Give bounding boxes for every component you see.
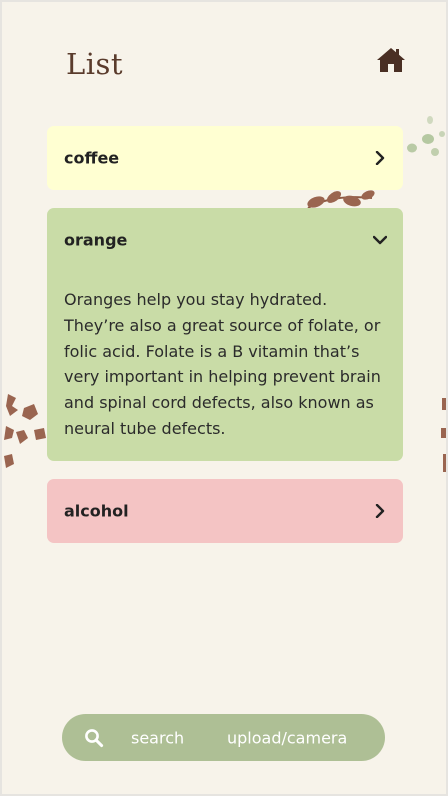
list-item-description: Oranges help you stay hydrated. They’re … — [64, 290, 381, 438]
leaf-decoration-top-right — [407, 116, 445, 156]
list-item-orange: orange Oranges help you stay hydrated. T… — [47, 208, 403, 461]
leaf-decoration-right — [441, 398, 446, 472]
list-item-header-coffee[interactable]: coffee — [47, 126, 403, 190]
list-item-label: alcohol — [64, 501, 129, 521]
list-item-header-orange[interactable]: orange — [47, 208, 403, 272]
list-item-coffee: coffee — [47, 126, 403, 190]
home-button[interactable] — [376, 46, 406, 74]
chevron-down-icon — [373, 235, 387, 245]
list-item-label: coffee — [64, 148, 120, 168]
bottom-action-bar: search upload/camera — [62, 714, 385, 761]
chevron-right-icon — [375, 504, 385, 518]
search-button[interactable]: search — [131, 728, 184, 747]
list-item-label: orange — [64, 230, 128, 250]
chevron-right-icon — [375, 151, 385, 165]
home-icon — [377, 48, 405, 72]
list-item-alcohol: alcohol — [47, 479, 403, 543]
page-title: List — [66, 47, 124, 81]
search-icon[interactable] — [84, 728, 104, 748]
app-screen: List coffee orange Oranges help you stay… — [0, 0, 448, 796]
list-item-header-alcohol[interactable]: alcohol — [47, 479, 403, 543]
leaf-decoration-left — [4, 394, 46, 468]
upload-camera-button[interactable]: upload/camera — [227, 728, 347, 747]
